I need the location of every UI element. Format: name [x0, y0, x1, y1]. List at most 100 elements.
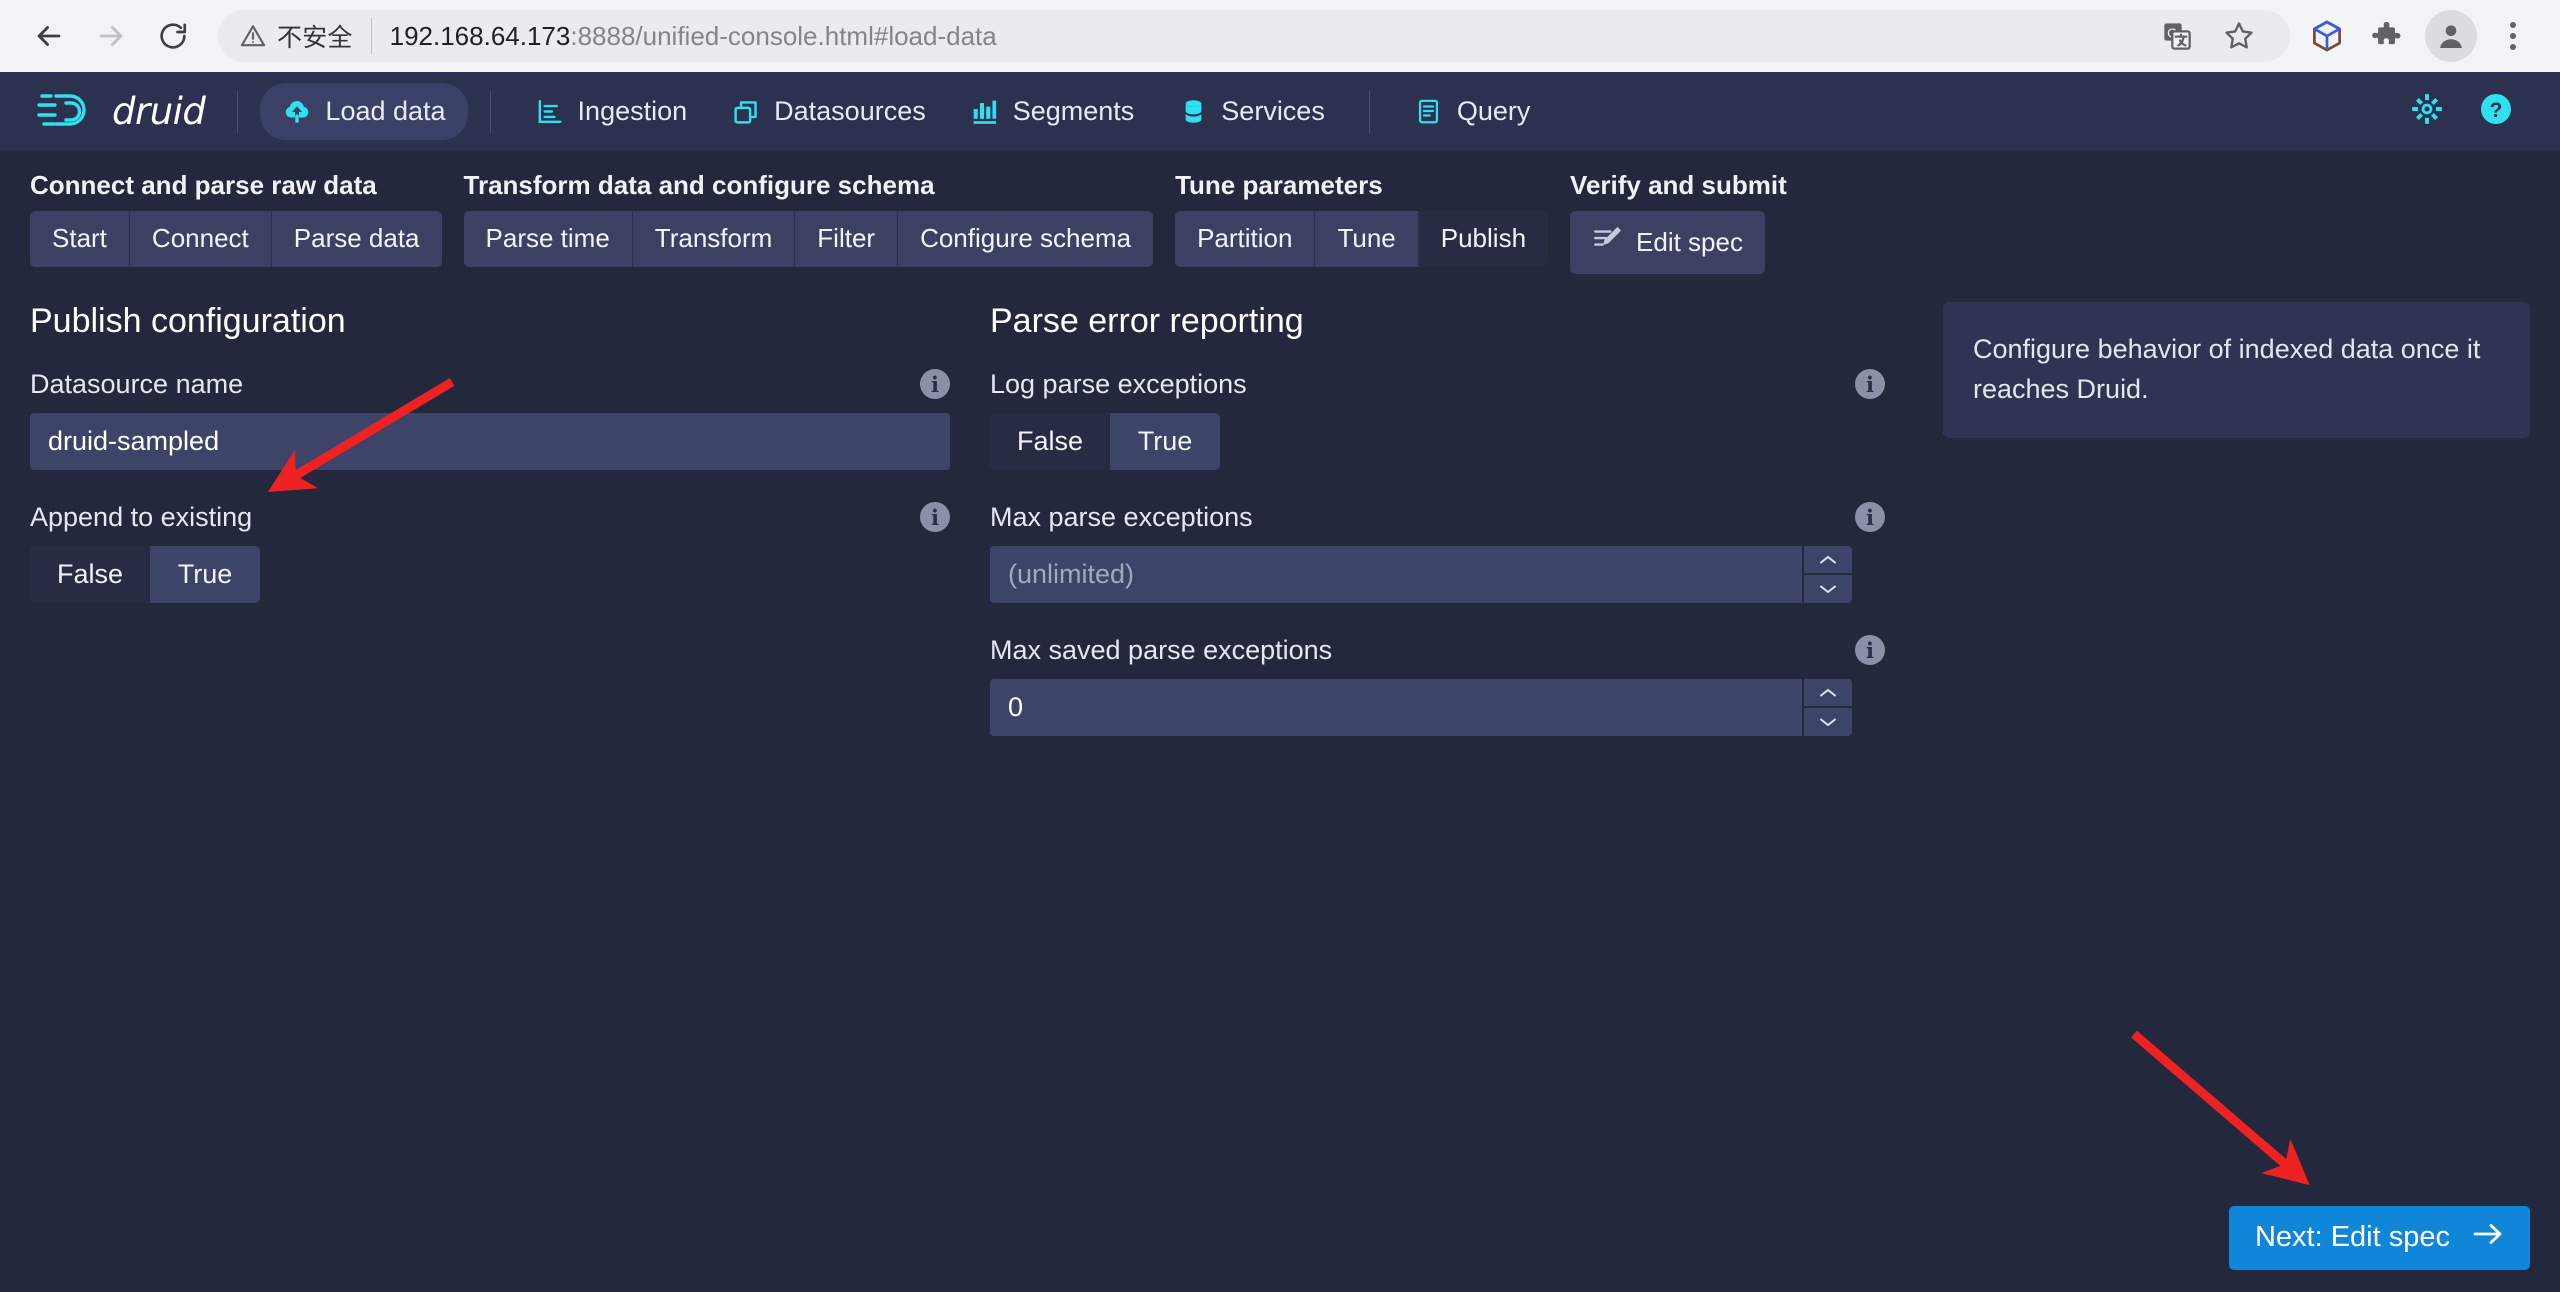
nav-item-services[interactable]: Services [1156, 83, 1347, 140]
three-dot-menu-icon[interactable] [2484, 7, 2542, 65]
publish-configuration-title: Publish configuration [30, 301, 346, 340]
log-parse-exceptions-toggle: False True [990, 412, 1885, 470]
nav-item-label: Services [1221, 96, 1325, 126]
step-button-publish[interactable]: Publish [1418, 211, 1549, 267]
step-button-connect[interactable]: Connect [129, 211, 272, 267]
address-bar[interactable]: 不安全 192.168.64.173:8888/unified-console.… [218, 10, 2290, 62]
max-saved-parse-exceptions-decrement[interactable] [1804, 708, 1852, 736]
nav-item-label: Datasources [774, 96, 926, 126]
datasource-name-input[interactable] [30, 412, 950, 470]
max-parse-exceptions-decrement[interactable] [1804, 575, 1852, 603]
step-group-title: Connect and parse raw data [30, 170, 377, 200]
step-button-start[interactable]: Start [30, 211, 130, 267]
next-button-label: Next: Edit spec [2254, 1221, 2450, 1254]
parse-error-reporting-title: Parse error reporting [990, 301, 1304, 340]
security-chip[interactable]: 不安全 [240, 18, 372, 54]
max-saved-parse-exceptions-input[interactable] [990, 678, 1802, 736]
append-to-existing-toggle: False True [30, 545, 950, 603]
step-group-connect: Connect and parse raw data Start Connect… [30, 170, 442, 267]
step-button-parse-data[interactable]: Parse data [271, 211, 442, 267]
security-label: 不安全 [277, 24, 353, 52]
warning-icon [240, 25, 266, 47]
info-icon[interactable]: i [1855, 369, 1885, 400]
step-button-transform[interactable]: Transform [632, 211, 796, 267]
append-false-button[interactable]: False [30, 545, 151, 603]
max-saved-parse-exceptions-label: Max saved parse exceptions [990, 634, 1333, 665]
druid-logo-icon [37, 93, 86, 126]
step-group-title: Tune parameters [1175, 170, 1383, 200]
step-button-partition[interactable]: Partition [1175, 211, 1316, 267]
datasource-name-label: Datasource name [30, 368, 244, 399]
step-button-label: Edit spec [1636, 226, 1743, 257]
step-group-title: Verify and submit [1570, 170, 1787, 200]
info-icon[interactable]: i [1855, 502, 1885, 533]
gear-icon[interactable] [2410, 92, 2444, 131]
svg-text:?: ? [2490, 99, 2503, 122]
druid-navbar: druid Load data Ingestion Datasources Se… [0, 72, 2560, 152]
max-parse-exceptions-increment[interactable] [1804, 545, 1852, 574]
info-icon[interactable]: i [920, 369, 950, 400]
append-to-existing-field: Append to existing i False True [30, 502, 950, 603]
max-parse-exceptions-field: Max parse exceptions i [990, 502, 1885, 603]
nav-divider [237, 90, 239, 133]
info-icon[interactable]: i [1855, 635, 1885, 666]
arrow-right-icon [2472, 1221, 2504, 1255]
step-button-parse-time[interactable]: Parse time [463, 211, 633, 267]
step-button-configure-schema[interactable]: Configure schema [898, 211, 1154, 267]
nav-item-segments[interactable]: Segments [948, 83, 1157, 140]
url-text: 192.168.64.173:8888/unified-console.html… [390, 21, 997, 52]
step-group-title: Transform data and configure schema [463, 170, 935, 200]
cube-icon[interactable] [2298, 7, 2356, 65]
max-parse-exceptions-input[interactable] [990, 545, 1802, 603]
nav-item-label: Query [1456, 96, 1531, 126]
back-button[interactable] [18, 5, 80, 67]
step-button-tune[interactable]: Tune [1315, 211, 1419, 267]
log-parse-false-button[interactable]: False [990, 412, 1111, 470]
nav-item-label: Segments [1012, 96, 1135, 126]
nav-item-ingestion[interactable]: Ingestion [513, 83, 710, 140]
forward-button[interactable] [80, 5, 142, 67]
append-to-existing-label: Append to existing [30, 501, 253, 532]
services-icon [1178, 97, 1208, 126]
step-button-edit-spec[interactable]: Edit spec [1570, 211, 1765, 274]
segments-icon [970, 97, 1000, 126]
url-path: :8888/unified-console.html#load-data [570, 20, 997, 51]
nav-item-datasources[interactable]: Datasources [709, 83, 948, 140]
parse-error-reporting-column: Parse error reporting Log parse exceptio… [990, 302, 1925, 1292]
nav-item-query[interactable]: Query [1392, 83, 1553, 140]
puzzle-extensions-icon[interactable] [2360, 7, 2418, 65]
nav-divider [489, 90, 491, 133]
append-true-button[interactable]: True [150, 545, 261, 603]
cloud-upload-icon [282, 97, 312, 127]
step-group-verify: Verify and submit Edit spec [1570, 170, 1787, 274]
browser-extension-icons [2298, 7, 2542, 65]
help-icon[interactable]: ? [2478, 91, 2514, 132]
max-saved-parse-exceptions-field: Max saved parse exceptions i [990, 635, 1885, 736]
datasource-name-field: Datasource name i [30, 369, 950, 470]
step-button-filter[interactable]: Filter [795, 211, 899, 267]
edit-spec-icon [1592, 224, 1622, 261]
druid-logo[interactable]: druid [36, 87, 215, 137]
step-group-transform: Transform data and configure schema Pars… [463, 170, 1154, 267]
bookmark-star-icon[interactable] [2210, 7, 2268, 65]
avatar [2425, 10, 2477, 62]
wizard-step-bar: Connect and parse raw data Start Connect… [0, 152, 2560, 274]
log-parse-exceptions-label: Log parse exceptions [990, 368, 1247, 399]
max-saved-parse-exceptions-increment[interactable] [1804, 678, 1852, 707]
datasources-icon [731, 97, 761, 126]
max-parse-exceptions-stepper [990, 545, 1852, 603]
wizard-footer: Next: Edit spec [2228, 1205, 2530, 1270]
nav-item-load-data[interactable]: Load data [260, 83, 468, 140]
publish-configuration-column: Publish configuration Datasource name i … [30, 302, 990, 1292]
log-parse-true-button[interactable]: True [1110, 412, 1221, 470]
reload-button[interactable] [142, 5, 204, 67]
browser-toolbar: 不安全 192.168.64.173:8888/unified-console.… [0, 0, 2560, 72]
ingestion-icon [535, 97, 565, 126]
translate-icon[interactable]: G [2148, 7, 2206, 65]
info-icon[interactable]: i [920, 502, 950, 533]
next-edit-spec-button[interactable]: Next: Edit spec [2228, 1205, 2530, 1270]
profile-avatar-icon[interactable] [2422, 7, 2480, 65]
nav-item-label: Ingestion [577, 96, 688, 126]
info-column: Configure behavior of indexed data once … [1925, 301, 2530, 1292]
nav-divider [1368, 90, 1370, 133]
